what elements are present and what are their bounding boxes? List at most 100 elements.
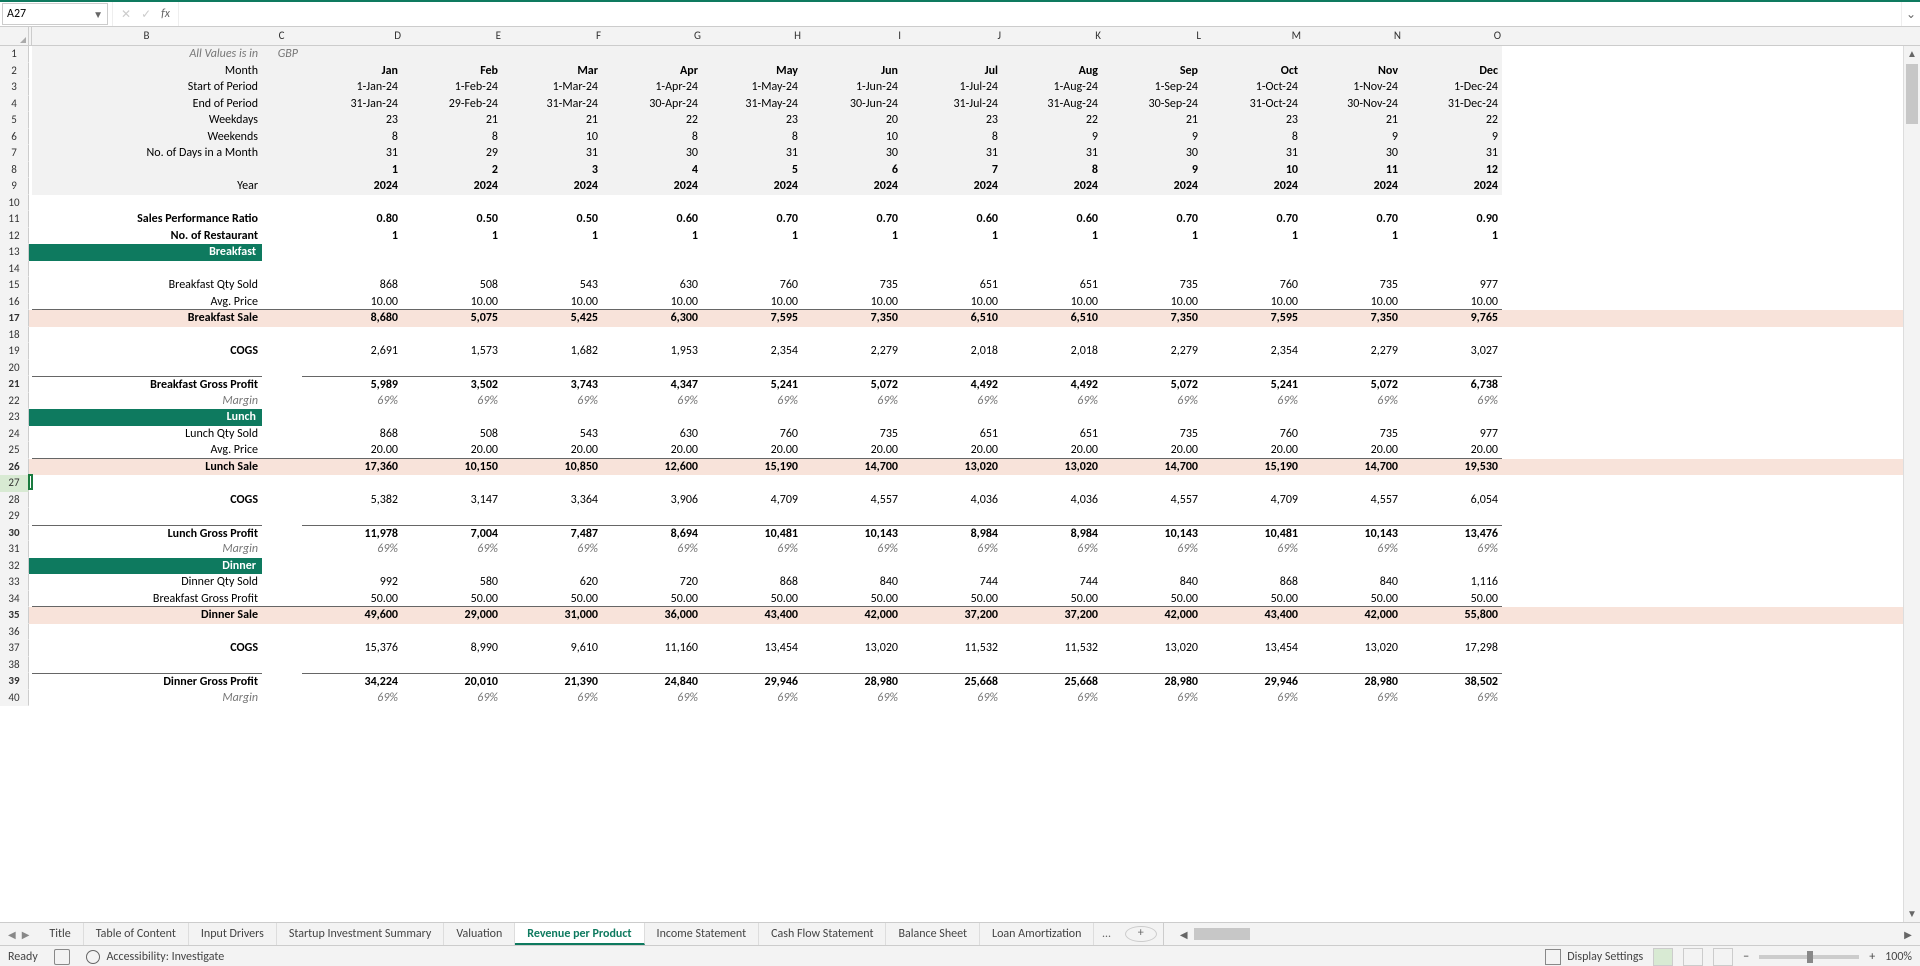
cell[interactable] — [1402, 409, 1502, 426]
cell[interactable]: 8 — [902, 129, 1002, 146]
grid-rows[interactable]: 1 All Values is in GBP 2 Month JanFebMar… — [0, 46, 1903, 706]
cell[interactable]: 992 — [302, 574, 402, 591]
cell[interactable]: 1-Jun-24 — [802, 79, 902, 96]
cell[interactable]: 543 — [502, 426, 602, 443]
cell[interactable]: 50.00 — [502, 591, 602, 608]
cell[interactable]: 19,530 — [1402, 459, 1502, 476]
cell[interactable]: 10.00 — [1202, 294, 1302, 311]
cell[interactable] — [262, 79, 302, 96]
cell[interactable]: 10 — [802, 129, 902, 146]
cell[interactable]: 69% — [802, 541, 902, 558]
cell[interactable]: 840 — [1102, 574, 1202, 591]
cell[interactable]: 20 — [802, 112, 902, 129]
cell[interactable]: 69% — [902, 541, 1002, 558]
cell[interactable] — [262, 393, 302, 410]
cell[interactable]: 25,668 — [1002, 673, 1102, 690]
cell[interactable]: 10.00 — [702, 294, 802, 311]
cell[interactable]: 22 — [1002, 112, 1102, 129]
cell[interactable] — [262, 442, 302, 459]
cell[interactable]: 17,360 — [302, 459, 402, 476]
cell[interactable] — [262, 591, 302, 608]
cell[interactable]: 0.70 — [1202, 211, 1302, 228]
cell[interactable]: 1 — [1202, 228, 1302, 245]
cell[interactable]: Jun — [802, 63, 902, 80]
cell[interactable]: 30 — [1102, 145, 1202, 162]
row-label[interactable]: Breakfast Gross Profit — [32, 591, 262, 608]
cell[interactable]: 31-Mar-24 — [502, 96, 602, 113]
cell[interactable]: 735 — [1302, 426, 1402, 443]
cell[interactable]: 10 — [1202, 162, 1302, 179]
cell[interactable]: 868 — [302, 277, 402, 294]
cell[interactable]: 29,000 — [402, 607, 502, 624]
row-header-24[interactable]: 24 — [0, 426, 29, 443]
cell[interactable]: 1,116 — [1402, 574, 1502, 591]
row-header-32[interactable]: 32 — [0, 558, 29, 575]
cell[interactable]: 69% — [302, 393, 402, 410]
new-sheet-button[interactable]: + — [1125, 926, 1157, 942]
cell[interactable]: 630 — [602, 277, 702, 294]
cell[interactable]: 69% — [502, 690, 602, 707]
cell[interactable]: 69% — [402, 541, 502, 558]
cell[interactable]: 13,454 — [1202, 640, 1302, 657]
row-label[interactable]: Margin — [32, 541, 262, 558]
row-header-26[interactable]: 26 — [0, 459, 29, 476]
cell[interactable]: 2,354 — [702, 343, 802, 360]
row-header-7[interactable]: 7 — [0, 145, 29, 162]
cell[interactable] — [262, 525, 302, 542]
cell[interactable] — [1002, 46, 1102, 63]
cell[interactable]: GBP — [262, 46, 302, 63]
cell[interactable]: 15,376 — [302, 640, 402, 657]
cell[interactable]: 69% — [402, 393, 502, 410]
col-header-K[interactable]: K — [1002, 27, 1102, 45]
cell[interactable]: 4,347 — [602, 376, 702, 393]
hscroll-track[interactable] — [1194, 928, 1898, 940]
cell[interactable]: 29,946 — [702, 673, 802, 690]
cell[interactable]: 69% — [802, 393, 902, 410]
cell[interactable] — [1302, 558, 1402, 575]
cell[interactable]: 10.00 — [1302, 294, 1402, 311]
cell[interactable]: 69% — [1402, 393, 1502, 410]
cell[interactable]: 22 — [602, 112, 702, 129]
cell[interactable]: Jan — [302, 63, 402, 80]
macro-record-icon[interactable] — [54, 949, 70, 965]
row-label[interactable]: Lunch Sale — [32, 459, 262, 476]
cell[interactable]: 20.00 — [602, 442, 702, 459]
cell[interactable] — [1102, 244, 1202, 261]
cell[interactable] — [262, 261, 302, 278]
row-label[interactable]: Weekends — [32, 129, 262, 146]
cell[interactable]: 651 — [902, 277, 1002, 294]
row-header-37[interactable]: 37 — [0, 640, 29, 657]
cell[interactable] — [1302, 46, 1402, 63]
row-label[interactable] — [32, 657, 262, 674]
accessibility-status[interactable]: Accessibility: Investigate — [86, 950, 224, 964]
cell[interactable]: 5,072 — [1302, 376, 1402, 393]
cell[interactable]: 7,350 — [1102, 310, 1202, 327]
cell[interactable]: 8,694 — [602, 525, 702, 542]
cell[interactable]: 3,743 — [502, 376, 602, 393]
row-header-11[interactable]: 11 — [0, 211, 29, 228]
cell[interactable]: 22 — [1402, 112, 1502, 129]
sheet-tab-valuation[interactable]: Valuation — [444, 923, 515, 945]
row-header-19[interactable]: 19 — [0, 343, 29, 360]
cell[interactable]: 10 — [502, 129, 602, 146]
cell[interactable]: 69% — [502, 541, 602, 558]
row-header-13[interactable]: 13 — [0, 244, 29, 261]
row-label[interactable]: Margin — [32, 690, 262, 707]
cell[interactable]: 30 — [802, 145, 902, 162]
row-header-17[interactable]: 17 — [0, 310, 29, 327]
cell[interactable]: 37,200 — [1002, 607, 1102, 624]
cell[interactable]: 69% — [702, 690, 802, 707]
cell[interactable]: 69% — [1202, 690, 1302, 707]
cell[interactable]: 29-Feb-24 — [402, 96, 502, 113]
cell[interactable]: 31-Aug-24 — [1002, 96, 1102, 113]
cell[interactable] — [262, 640, 302, 657]
cell[interactable]: 8,984 — [1002, 525, 1102, 542]
cell[interactable]: 7,487 — [502, 525, 602, 542]
cell[interactable]: 7,350 — [1302, 310, 1402, 327]
cell[interactable]: 543 — [502, 277, 602, 294]
row-label[interactable] — [32, 508, 262, 525]
row-label[interactable]: Start of Period — [32, 79, 262, 96]
cell[interactable]: 15,190 — [1202, 459, 1302, 476]
cell[interactable]: 1-Apr-24 — [602, 79, 702, 96]
cell[interactable] — [1302, 244, 1402, 261]
